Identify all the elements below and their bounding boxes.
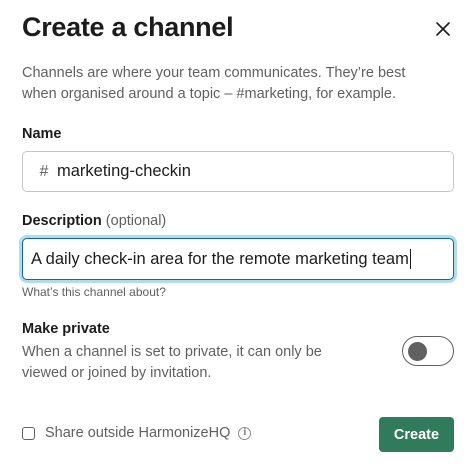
share-outside-checkbox[interactable] — [22, 426, 35, 440]
make-private-label: Make private — [22, 321, 110, 337]
channel-name-input[interactable]: # marketing-checkin — [22, 151, 454, 192]
make-private-toggle[interactable] — [402, 336, 454, 366]
make-private-description: When a channel is set to private, it can… — [22, 344, 322, 381]
create-channel-dialog: Create a channel Channels are where your… — [0, 0, 474, 467]
hash-prefix: # — [39, 162, 49, 180]
share-outside-label[interactable]: Share outside HarmonizeHQ — [45, 425, 230, 441]
close-icon[interactable] — [434, 20, 452, 38]
text-cursor — [409, 249, 412, 269]
channel-name-value[interactable]: marketing-checkin — [57, 162, 191, 181]
name-label: Name — [22, 126, 62, 142]
dialog-title: Create a channel — [22, 12, 234, 42]
optional-label: (optional) — [105, 213, 167, 229]
dialog-intro: Channels are where your team communicate… — [22, 65, 406, 102]
description-input[interactable]: A daily check-in area for the remote mar… — [22, 238, 454, 280]
description-label-text: Description — [22, 213, 102, 229]
share-outside-option[interactable]: Share outside HarmonizeHQ i — [22, 423, 252, 443]
description-hint: What’s this channel about? — [22, 285, 166, 299]
create-button[interactable]: Create — [379, 417, 454, 452]
description-label: Description (optional) — [22, 213, 166, 229]
description-value[interactable]: A daily check-in area for the remote mar… — [31, 250, 409, 269]
toggle-knob — [408, 341, 427, 361]
info-icon[interactable]: i — [238, 426, 252, 440]
